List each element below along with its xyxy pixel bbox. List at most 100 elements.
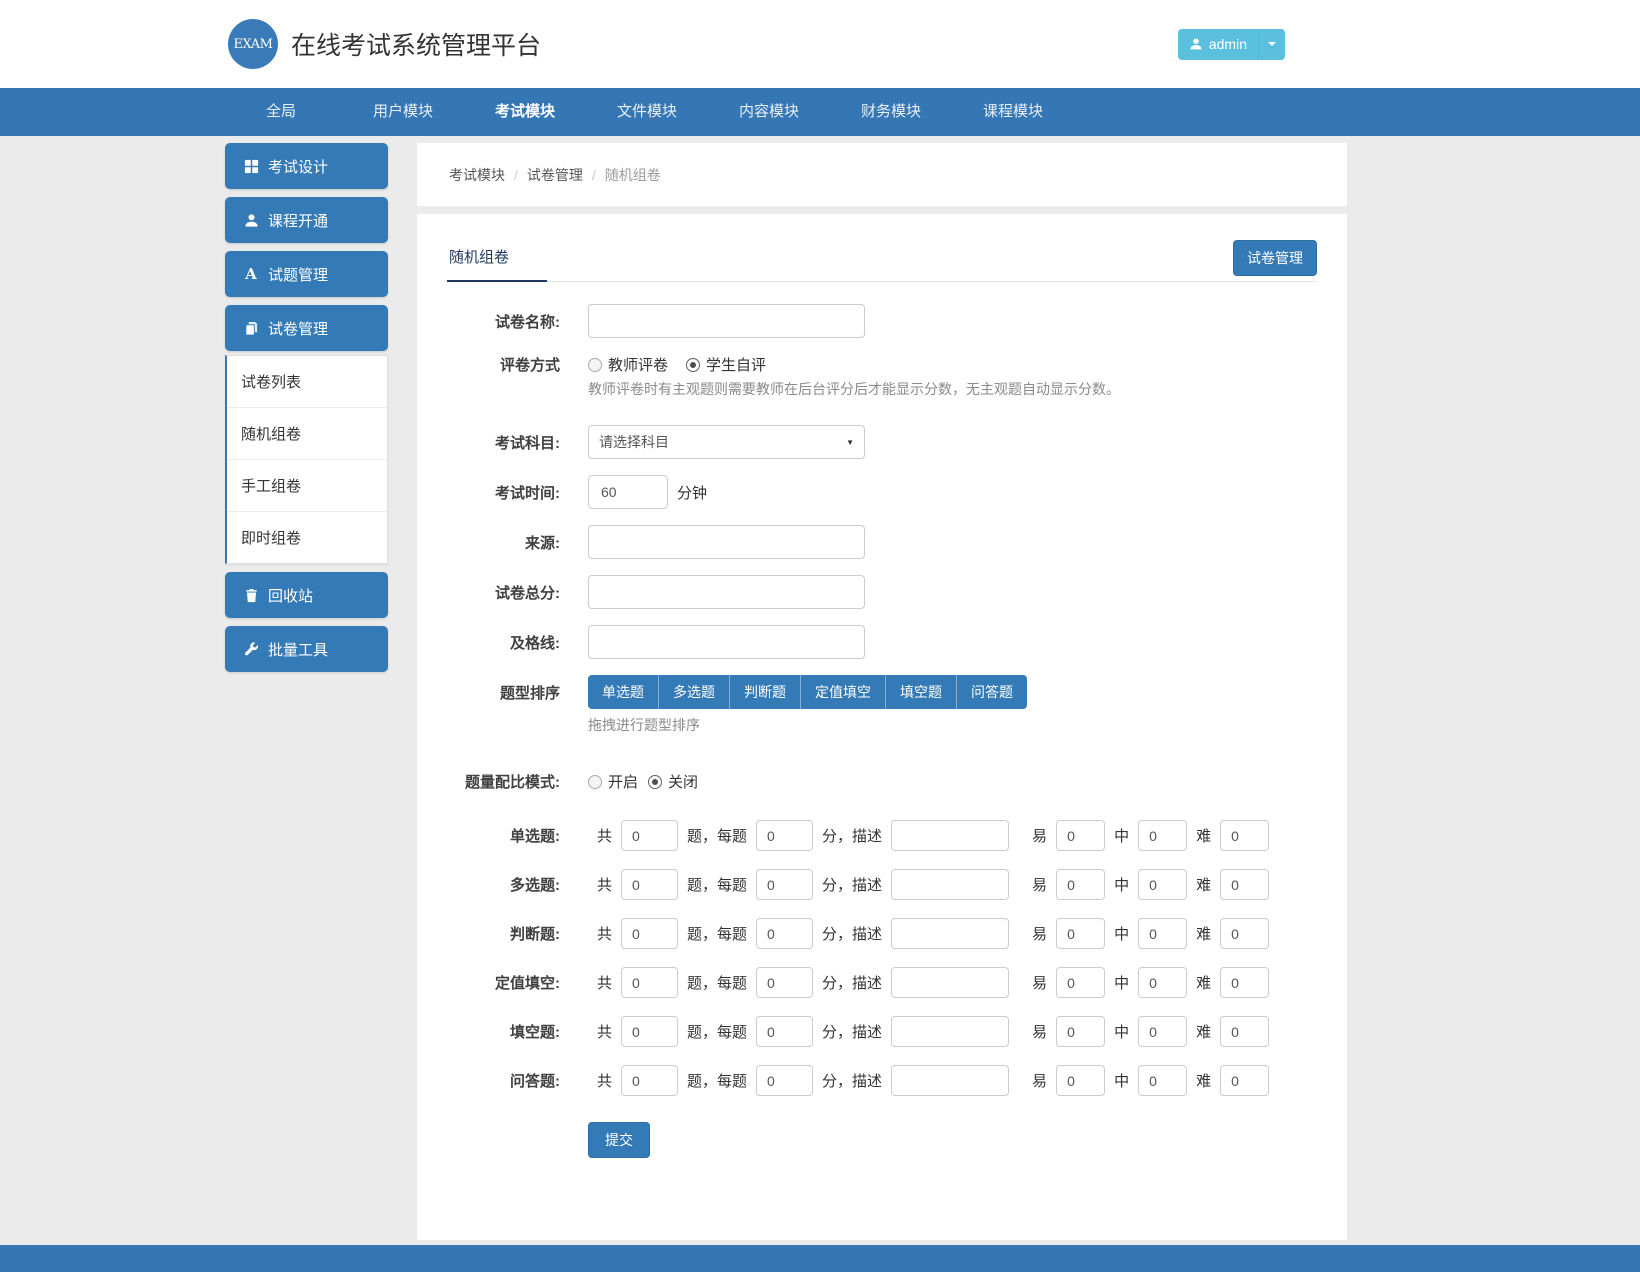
hard-count-input[interactable] [1220, 1065, 1269, 1096]
submenu-item-instant-paper[interactable]: 即时组卷 [227, 511, 387, 563]
trash-icon [243, 587, 259, 603]
nav-item-global[interactable]: 全局 [220, 88, 342, 136]
paper-name-input[interactable] [588, 304, 865, 338]
medium-count-input[interactable] [1138, 1016, 1187, 1047]
sidebar-item-exam-design[interactable]: 考试设计 [225, 143, 388, 189]
hard-count-input[interactable] [1220, 967, 1269, 998]
hard-count-input[interactable] [1220, 869, 1269, 900]
user-button-main[interactable]: admin [1178, 29, 1258, 60]
select-caret-icon: ▼ [846, 438, 854, 447]
count-input[interactable] [621, 820, 678, 851]
tab-random-paper[interactable]: 随机组卷 [447, 240, 547, 282]
user-dropdown-toggle[interactable] [1258, 29, 1285, 60]
duration-label: 考试时间: [447, 482, 560, 503]
pass-line-input[interactable] [588, 625, 865, 659]
easy-count-input[interactable] [1056, 918, 1105, 949]
user-menu-button[interactable]: admin [1178, 29, 1285, 60]
desc-input[interactable] [891, 1065, 1009, 1096]
submenu-item-random-paper[interactable]: 随机组卷 [227, 407, 387, 459]
sidebar-item-batch-tools[interactable]: 批量工具 [225, 626, 388, 672]
sidebar-item-recycle-bin[interactable]: 回收站 [225, 572, 388, 618]
radio-icon [648, 775, 662, 789]
easy-count-input[interactable] [1056, 869, 1105, 900]
score-input[interactable] [756, 918, 813, 949]
submit-button[interactable]: 提交 [588, 1122, 650, 1158]
easy-count-input[interactable] [1056, 967, 1105, 998]
nav-item-user-module[interactable]: 用户模块 [342, 88, 464, 136]
sort-item-multi-choice[interactable]: 多选题 [658, 675, 729, 709]
page-footer [0, 1245, 1640, 1272]
medium-count-input[interactable] [1138, 918, 1187, 949]
count-input[interactable] [621, 1016, 678, 1047]
type-sort-group: 单选题 多选题 判断题 定值填空 填空题 问答题 [588, 675, 1027, 709]
subject-label: 考试科目: [447, 432, 560, 453]
ratio-mode-label: 题量配比模式: [447, 771, 560, 792]
count-input[interactable] [621, 869, 678, 900]
sidebar-item-paper-manage[interactable]: 试卷管理 [225, 305, 388, 351]
question-config-row-fixed-blank: 定值填空: 共 题，每题 分，描述 易 中 难 [447, 967, 1317, 998]
grid-icon [243, 158, 259, 174]
desc-input[interactable] [891, 1016, 1009, 1047]
score-input[interactable] [756, 1016, 813, 1047]
nav-item-exam-module[interactable]: 考试模块 [464, 88, 586, 136]
easy-count-input[interactable] [1056, 820, 1105, 851]
random-paper-panel: 随机组卷 试卷管理 试卷名称: 评卷方式 教师评卷 学生自评 [417, 214, 1347, 1240]
hard-count-input[interactable] [1220, 918, 1269, 949]
hard-count-input[interactable] [1220, 820, 1269, 851]
user-name: admin [1209, 36, 1247, 52]
sort-item-fill-blank[interactable]: 填空题 [885, 675, 956, 709]
count-input[interactable] [621, 1065, 678, 1096]
sort-item-fixed-blank[interactable]: 定值填空 [800, 675, 885, 709]
total-score-input[interactable] [588, 575, 865, 609]
medium-count-input[interactable] [1138, 820, 1187, 851]
breadcrumb-item[interactable]: 试卷管理 [527, 165, 583, 185]
sidebar-item-course-open[interactable]: 课程开通 [225, 197, 388, 243]
grading-option-student[interactable]: 学生自评 [686, 354, 766, 375]
wrench-icon [243, 641, 259, 657]
question-type-label: 问答题: [447, 1070, 560, 1091]
grading-mode-label: 评卷方式 [447, 354, 560, 375]
sidebar-item-label: 批量工具 [268, 639, 328, 660]
medium-count-input[interactable] [1138, 869, 1187, 900]
subject-select[interactable]: 请选择科目 ▼ [588, 425, 865, 459]
letter-a-icon: A [243, 266, 259, 282]
easy-count-input[interactable] [1056, 1065, 1105, 1096]
paper-manage-button[interactable]: 试卷管理 [1233, 240, 1317, 276]
desc-input[interactable] [891, 869, 1009, 900]
breadcrumb-item[interactable]: 考试模块 [449, 165, 505, 185]
medium-count-input[interactable] [1138, 1065, 1187, 1096]
radio-icon [588, 775, 602, 789]
medium-count-input[interactable] [1138, 967, 1187, 998]
score-input[interactable] [756, 967, 813, 998]
nav-item-course-module[interactable]: 课程模块 [952, 88, 1074, 136]
hard-count-input[interactable] [1220, 1016, 1269, 1047]
source-input[interactable] [588, 525, 865, 559]
submenu-item-manual-paper[interactable]: 手工组卷 [227, 459, 387, 511]
score-input[interactable] [756, 869, 813, 900]
sidebar-item-question-manage[interactable]: A 试题管理 [225, 251, 388, 297]
sort-item-true-false[interactable]: 判断题 [729, 675, 800, 709]
sidebar-item-label: 试卷管理 [268, 318, 328, 339]
nav-item-content-module[interactable]: 内容模块 [708, 88, 830, 136]
desc-input[interactable] [891, 918, 1009, 949]
score-input[interactable] [756, 820, 813, 851]
duration-input[interactable] [588, 475, 668, 509]
score-input[interactable] [756, 1065, 813, 1096]
main-nav: 全局 用户模块 考试模块 文件模块 内容模块 财务模块 课程模块 [0, 88, 1640, 136]
sidebar-item-label: 课程开通 [268, 210, 328, 231]
nav-item-finance-module[interactable]: 财务模块 [830, 88, 952, 136]
nav-item-file-module[interactable]: 文件模块 [586, 88, 708, 136]
easy-count-input[interactable] [1056, 1016, 1105, 1047]
ratio-option-on[interactable]: 开启 [588, 771, 638, 792]
desc-input[interactable] [891, 820, 1009, 851]
question-type-label: 填空题: [447, 1021, 560, 1042]
question-type-label: 单选题: [447, 825, 560, 846]
count-input[interactable] [621, 918, 678, 949]
count-input[interactable] [621, 967, 678, 998]
sort-item-single-choice[interactable]: 单选题 [588, 675, 658, 709]
grading-option-teacher[interactable]: 教师评卷 [588, 354, 668, 375]
desc-input[interactable] [891, 967, 1009, 998]
sort-item-qa[interactable]: 问答题 [956, 675, 1027, 709]
ratio-option-off[interactable]: 关闭 [648, 771, 698, 792]
submenu-item-paper-list[interactable]: 试卷列表 [227, 356, 387, 407]
